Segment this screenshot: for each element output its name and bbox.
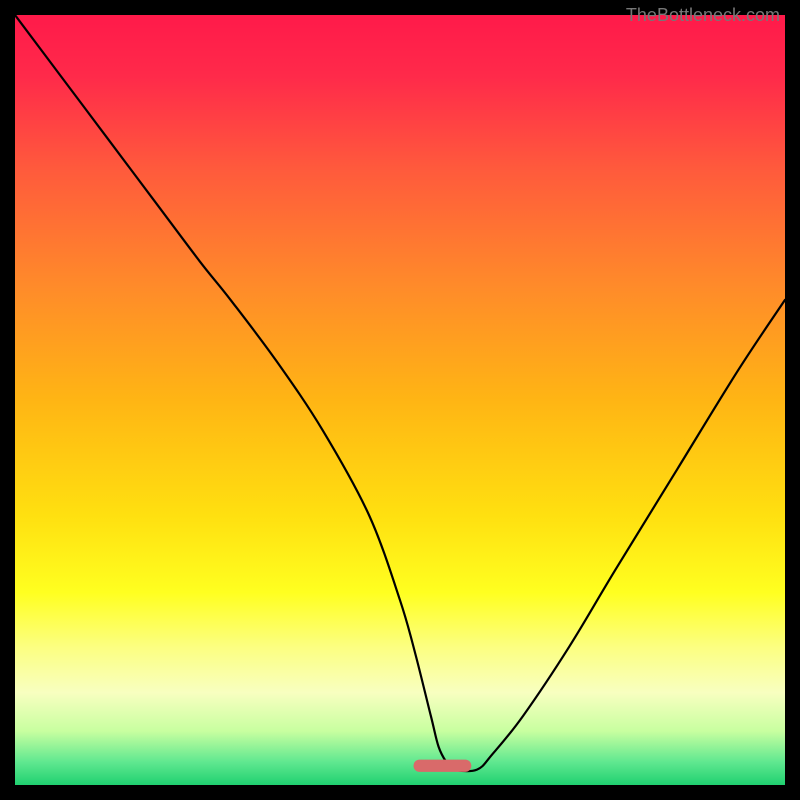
plot-area (15, 15, 785, 785)
chart-svg (15, 15, 785, 785)
chart-container: TheBottleneck.com (0, 0, 800, 800)
sweet-spot-marker (414, 760, 472, 772)
watermark-text: TheBottleneck.com (626, 5, 780, 26)
gradient-background (15, 15, 785, 785)
